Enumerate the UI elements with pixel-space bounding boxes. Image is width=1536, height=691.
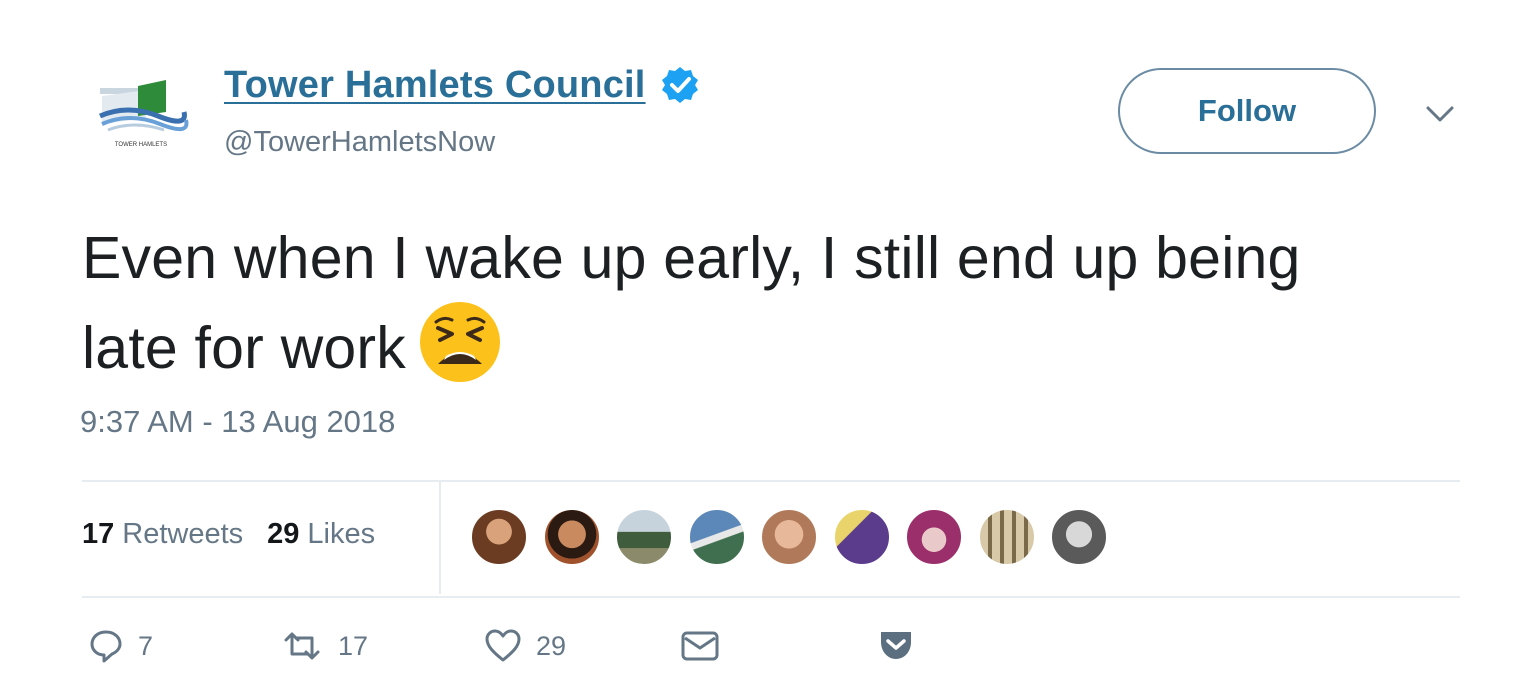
heart-icon	[485, 629, 521, 662]
retweets-count: 17	[82, 518, 115, 550]
tweet-text-content: Even when I wake up early, I still end u…	[82, 225, 1301, 381]
pocket-button[interactable]	[878, 628, 914, 662]
verified-badge-icon	[661, 67, 698, 103]
likes-count: 29	[267, 518, 300, 550]
author-avatar[interactable]: TOWER HAMLETS	[88, 66, 200, 162]
liker-avatars	[470, 508, 1123, 566]
logo-text: TOWER HAMLETS	[115, 142, 167, 148]
envelope-icon	[681, 631, 719, 661]
liker-avatar[interactable]	[977, 508, 1036, 566]
stats-vertical-divider	[439, 482, 441, 594]
chevron-down-icon[interactable]	[1424, 102, 1456, 126]
retweet-button[interactable]: 17	[280, 628, 368, 664]
retweets-label: Retweets	[122, 518, 244, 550]
tweet-timestamp[interactable]: 9:37 AM - 13 Aug 2018	[80, 404, 395, 440]
retweets-stat[interactable]: 17 Retweets	[82, 518, 243, 551]
liker-avatar[interactable]	[687, 508, 746, 566]
liker-avatar[interactable]	[1050, 508, 1108, 566]
retweet-icon	[284, 632, 320, 660]
liker-avatar[interactable]	[905, 508, 963, 566]
like-button[interactable]: 29	[484, 628, 566, 664]
retweet-count: 17	[338, 630, 369, 661]
follow-button[interactable]: Follow	[1118, 68, 1376, 154]
liker-avatar[interactable]	[542, 508, 601, 566]
liker-avatar[interactable]	[832, 508, 891, 566]
reply-count: 7	[138, 630, 154, 661]
pocket-icon	[881, 632, 911, 659]
liker-avatar[interactable]	[760, 508, 818, 566]
author-display-name[interactable]: Tower Hamlets Council	[224, 64, 646, 107]
author-handle[interactable]: @TowerHamletsNow	[224, 126, 495, 159]
divider	[82, 596, 1460, 598]
tweet-actions: 7 17 29	[82, 628, 1082, 678]
liker-avatar[interactable]	[615, 508, 673, 566]
likes-label: Likes	[307, 518, 376, 550]
tweet-text: Even when I wake up early, I still end u…	[82, 218, 1382, 388]
divider	[82, 480, 1460, 482]
reply-icon	[90, 630, 122, 663]
author-name-row: Tower Hamlets Council	[224, 60, 700, 110]
direct-message-button[interactable]	[680, 628, 720, 664]
weary-face-emoji-icon	[419, 302, 500, 382]
tower-hamlets-logo-icon: TOWER HAMLETS	[96, 80, 189, 148]
liker-avatar[interactable]	[470, 508, 528, 566]
likes-stat[interactable]: 29 Likes	[267, 518, 375, 551]
reply-button[interactable]: 7	[88, 628, 153, 664]
tweet-stats: 17 Retweets 29 Likes	[82, 518, 375, 551]
like-count: 29	[536, 630, 567, 661]
